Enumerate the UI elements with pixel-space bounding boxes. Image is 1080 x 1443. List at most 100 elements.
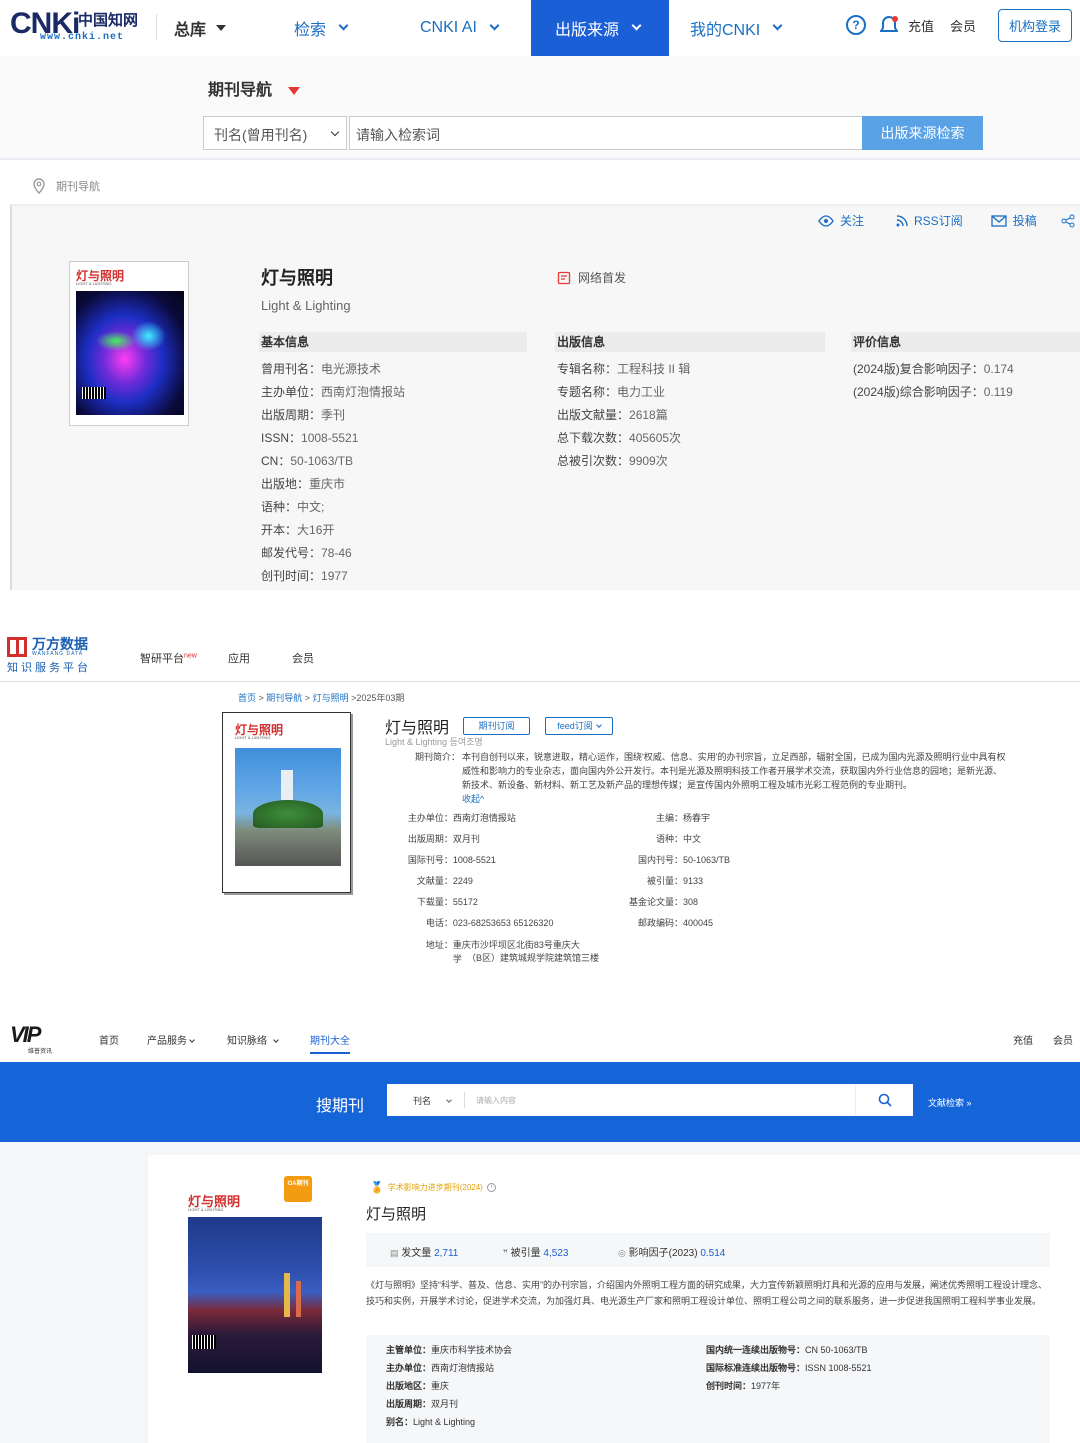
recharge-link[interactable]: 充值 (1013, 1032, 1033, 1047)
basic-info-list: 曾用刊名：电光源技术 主办单位：西南灯泡情报站 出版周期：季刊 ISSN：100… (261, 358, 405, 588)
nav-apps[interactable]: 应用 (228, 650, 250, 666)
info-row: 文献量： 2249 (416, 876, 473, 886)
follow-button[interactable]: 关注 (818, 212, 864, 229)
cnki-journal-subtitle: Light & Lighting (261, 298, 351, 313)
journal-nav-title[interactable]: 期刊导航 (208, 76, 301, 100)
cnki-logo[interactable]: CNKi 中国知网 www.cnki.net (10, 8, 140, 44)
nav-publication-source[interactable]: 出版来源 (531, 0, 669, 56)
breadcrumb-home[interactable]: 首页 (238, 693, 256, 703)
wanfang-logo[interactable]: 万方数据 WANFANG DATA 知识服务平台 (7, 637, 91, 675)
follow-label: 关注 (840, 214, 865, 228)
wanfang-logo-en: WANFANG DATA (32, 651, 84, 657)
info-row: 国内刊号： 50-1063/TB (637, 855, 731, 865)
nav-products-label: 产品服务 (147, 1036, 187, 1047)
info-row: 下载量： 55172 (416, 897, 478, 907)
member-link[interactable]: 会员 (1053, 1032, 1073, 1047)
document-icon: ▤ (390, 1248, 399, 1258)
breadcrumb-label[interactable]: 期刊导航 (56, 178, 100, 194)
nav-my-cnki[interactable]: 我的CNKI (690, 0, 783, 56)
vip-logo-sub: 维普资讯 (28, 1049, 53, 1055)
nav-knowledge[interactable]: 知识脉络 (227, 1032, 279, 1047)
literature-search-link[interactable]: 文献检索 » (928, 1096, 972, 1109)
wanfang-logo-cn: 万方数据 (32, 636, 88, 652)
info-row: 总下载次数：405605次 (557, 431, 682, 445)
info-row: 出版文献量：2618篇 (557, 408, 668, 422)
journal-subscribe-button[interactable]: 期刊订阅 (463, 717, 530, 735)
search-button[interactable] (855, 1084, 913, 1116)
gauge-icon: ◎ (618, 1248, 626, 1258)
vip-logo[interactable]: VIP 维普资讯 (10, 1022, 53, 1056)
wanfang-logo-sub: 知识服务平台 (7, 662, 91, 674)
vip-logo-mark: VIP (10, 1022, 41, 1047)
network-first-label: 网络首发 (578, 271, 627, 285)
nav-zhiyan[interactable]: 智研平台new (140, 650, 197, 666)
nav-cnki-ai[interactable]: CNKI AI (420, 0, 500, 56)
rss-button[interactable]: RSS订阅 (896, 212, 963, 229)
search-field-select[interactable]: 刊名 (413, 1094, 452, 1107)
info-row: (2024版)复合影响因子：0.174 (853, 362, 1014, 376)
breadcrumb-journal[interactable]: 灯与照明 (313, 693, 349, 703)
nav-my-cnki-label: 我的CNKI (690, 22, 761, 39)
info-row: 主编： 杨春宇 (655, 813, 711, 823)
cnki-journal-cover[interactable]: 灯与照明 LIGHT & LIGHTING (69, 261, 189, 426)
search-icon (878, 1093, 892, 1107)
member-link[interactable]: 会员 (950, 16, 976, 35)
nav-search[interactable]: 检索 (294, 0, 349, 56)
feed-subscribe-button[interactable]: feed订阅 (545, 717, 613, 735)
eye-icon (818, 214, 834, 227)
info-row: 主办单位：西南灯泡情报站 (407, 813, 516, 823)
network-first-badge[interactable]: 网络首发 (557, 269, 626, 286)
divider (156, 14, 157, 40)
info-icon[interactable]: i (486, 1183, 496, 1192)
cnki-logo-url: www.cnki.net (40, 32, 125, 43)
publication-search-button[interactable]: 出版来源检索 (862, 116, 983, 150)
publication-info-heading: 出版信息 (555, 332, 825, 352)
info-row: 主办单位：西南灯泡情报站 (386, 1363, 495, 1373)
cnki-right-tools: ? 充值 会员 机构登录 (846, 0, 1073, 50)
cover-image (235, 748, 341, 866)
academic-badge[interactable]: 🏅 学术影响力进步期刊(2024) i (370, 1181, 496, 1194)
oa-badge: OA期刊 (284, 1176, 312, 1202)
bell-icon[interactable] (879, 15, 899, 35)
info-row: 开本：大16开 (261, 523, 335, 537)
vip-journal-title: 灯与照明 (366, 1206, 427, 1223)
info-row: 别名：Light & Lighting (386, 1417, 476, 1427)
nav-products[interactable]: 产品服务 (147, 1032, 195, 1047)
recharge-link[interactable]: 充值 (908, 16, 934, 35)
help-icon[interactable]: ? (846, 15, 866, 35)
nav-journals[interactable]: 期刊大全 (310, 1032, 350, 1054)
cover-image (76, 291, 184, 415)
info-row: 邮发代号：78-46 (261, 546, 352, 560)
vip-search-input[interactable]: 请输入内容 (476, 1095, 516, 1106)
info-row: 出版地区：重庆 (386, 1381, 450, 1391)
nav-zhiyan-label: 智研平台 (140, 653, 184, 665)
info-row: 被引量： 9133 (646, 876, 704, 886)
info-row: 出版周期：双月刊 (407, 834, 480, 844)
share-icon[interactable] (1061, 214, 1075, 228)
chevron-down-icon (446, 1097, 452, 1103)
quote-icon: ❞ (503, 1248, 508, 1258)
institution-login-button[interactable]: 机构登录 (998, 8, 1073, 42)
search-field-select[interactable]: 刊名(曾用刊名) (203, 116, 347, 150)
wanfang-left-info: 主办单位： 西南灯泡情报站 出版周期： 双月刊 国际刊号： 1008-5521 文献量… (385, 808, 585, 966)
nav-zongku[interactable]: 总库 (174, 0, 227, 56)
search-input[interactable]: 请输入检索词 (349, 116, 863, 150)
info-row: 出版周期：双月刊 (386, 1399, 459, 1409)
publication-info-list: 专辑名称：工程科技 II 辑 专题名称：电力工业 出版文献量：2618篇 总下载… (557, 358, 690, 473)
nav-knowledge-label: 知识脉络 (227, 1036, 267, 1047)
submit-label: 投稿 (1012, 214, 1037, 228)
nav-search-label: 检索 (294, 22, 327, 39)
wanfang-journal-cover[interactable]: 灯与照明 LIGHT & LIGHTING (222, 712, 351, 893)
vip-journal-cover[interactable]: 灯与照明 LIGHT & LIGHTING OA期刊 (188, 1176, 322, 1373)
breadcrumb-journal-nav[interactable]: 期刊导航 (266, 693, 302, 703)
info-row: 电话： 023-68253653 65126320 (425, 918, 554, 928)
vip-stats-bar: ▤ 发文量 2,711 ❞ 被引量 4,523 ◎ 影响因子(2023) 0.5… (366, 1233, 1050, 1267)
nav-home[interactable]: 首页 (99, 1032, 119, 1047)
submit-button[interactable]: 投稿 (991, 212, 1037, 229)
vip-search-banner: 搜期刊 刊名 请输入内容 文献检索 » (0, 1062, 1080, 1142)
nav-member[interactable]: 会员 (292, 650, 314, 666)
journal-actions: 关注 RSS订阅 投稿 (818, 212, 1075, 229)
info-row: 基金论文量： 308 (628, 897, 699, 907)
collapse-link[interactable]: 收起^ (462, 792, 484, 805)
cover-image (188, 1217, 322, 1373)
